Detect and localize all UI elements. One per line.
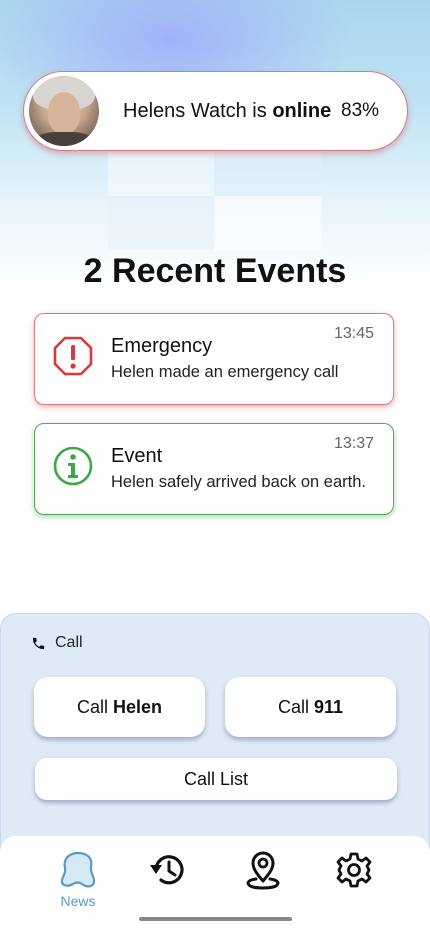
call-list-button[interactable]: Call List bbox=[35, 758, 397, 800]
event-card-emergency[interactable]: Emergency Helen made an emergency call 1… bbox=[34, 313, 394, 405]
call-911-button[interactable]: Call 911 bbox=[225, 677, 396, 737]
event-title: Emergency bbox=[111, 335, 213, 357]
call-helen-button[interactable]: Call Helen bbox=[34, 677, 205, 737]
avatar bbox=[29, 76, 99, 146]
nav-item-settings[interactable] bbox=[324, 850, 384, 890]
background-tile bbox=[108, 150, 214, 196]
home-indicator[interactable] bbox=[139, 917, 292, 921]
phone-icon bbox=[32, 637, 45, 649]
nav-label-news: News bbox=[60, 893, 96, 909]
background-tile bbox=[214, 150, 322, 196]
nav-item-location[interactable] bbox=[233, 850, 293, 892]
background-tile bbox=[214, 196, 322, 250]
watch-status-text: Helens Watch is online bbox=[123, 100, 331, 123]
alert-octagon-icon bbox=[53, 336, 93, 376]
watch-status-card[interactable]: Helens Watch is online 83% bbox=[23, 71, 408, 151]
nav-item-history[interactable] bbox=[138, 850, 198, 890]
event-time: 13:37 bbox=[333, 435, 374, 452]
nav-item-news[interactable]: News bbox=[48, 850, 108, 909]
events-title: 2 Recent Events bbox=[83, 252, 347, 290]
event-description: Helen made an emergency call bbox=[111, 363, 339, 381]
call-911-label: 911 bbox=[313, 696, 344, 717]
event-title: Event bbox=[111, 445, 163, 467]
watch-status-value: online bbox=[272, 100, 332, 122]
background-tile bbox=[108, 196, 214, 250]
call-panel: Call Call Helen Call 911 Call List bbox=[0, 613, 430, 853]
event-card-info[interactable]: Event Helen safely arrived back on earth… bbox=[34, 423, 394, 515]
call-prefix-label: Call bbox=[76, 696, 108, 717]
history-icon bbox=[150, 855, 184, 885]
gear-icon bbox=[336, 852, 372, 888]
info-circle-icon bbox=[53, 446, 93, 486]
news-blob-icon bbox=[60, 851, 96, 888]
call-section-header: Call bbox=[31, 634, 83, 652]
call-section-label: Call bbox=[55, 634, 83, 651]
event-description: Helen safely arrived back on earth. bbox=[111, 473, 366, 491]
battery-level: 83% bbox=[341, 100, 380, 121]
call-helen-label: Helen bbox=[112, 696, 163, 717]
watch-status-prefix: Helens Watch is bbox=[123, 100, 267, 122]
event-time: 13:45 bbox=[333, 325, 374, 342]
call-prefix-label: Call bbox=[277, 696, 309, 717]
map-pin-icon bbox=[246, 851, 280, 890]
